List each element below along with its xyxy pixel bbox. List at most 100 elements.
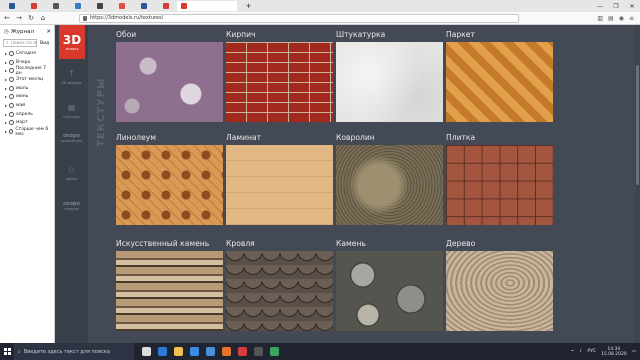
texture-thumbnail[interactable] <box>336 42 443 122</box>
browser-tab[interactable] <box>133 1 154 11</box>
texture-thumbnail[interactable] <box>446 251 553 331</box>
reader-icon[interactable]: ▤ <box>608 15 614 22</box>
texture-category-label[interactable]: Дерево <box>446 239 475 248</box>
texture-category-label[interactable]: Плитка <box>446 133 475 142</box>
browser-tab[interactable] <box>1 1 22 11</box>
nav-label: литература <box>60 139 83 143</box>
forward-icon[interactable]: → <box>15 14 23 22</box>
texture-thumbnail[interactable] <box>116 42 223 122</box>
history-list: ▸ Сегодня ▸ Вчера ▸ Последние 7 дн ▸ Этот месяц… <box>0 49 54 137</box>
texture-category-label[interactable]: Обои <box>116 30 136 39</box>
page-scrollbar[interactable] <box>635 25 640 343</box>
sidebar-close-icon[interactable]: ✕ <box>46 29 51 35</box>
history-search-input[interactable]: ⌕ Поиск по журн <box>3 39 37 47</box>
model-icon: ↑ <box>68 69 75 78</box>
browser-tab[interactable] <box>45 1 66 11</box>
texture-category-label[interactable]: Искусственный камень <box>116 239 209 248</box>
texture-category-label[interactable]: Ламинат <box>226 133 261 142</box>
history-item[interactable]: ▸ апрель <box>0 110 54 119</box>
volume-icon[interactable]: ♪ <box>579 349 582 354</box>
browser-tab[interactable] <box>23 1 44 11</box>
texture-thumbnail[interactable] <box>116 251 223 331</box>
search-icon: ⌕ <box>6 41 9 46</box>
task-view-icon[interactable] <box>142 347 151 356</box>
texture-category-label[interactable]: Камень <box>336 239 366 248</box>
texture-thumbnail[interactable] <box>446 42 553 122</box>
texture-thumbnail[interactable] <box>336 145 443 225</box>
texture-thumbnail[interactable] <box>226 145 333 225</box>
history-item[interactable]: ▸ июнь <box>0 92 54 101</box>
tab-bar: + — ❐ ✕ <box>0 0 640 12</box>
firefox-icon[interactable] <box>222 347 231 356</box>
history-item[interactable]: ▸ Сегодня <box>0 49 54 58</box>
close-button[interactable]: ✕ <box>624 0 640 12</box>
search-placeholder: Поиск по журн <box>10 40 36 46</box>
history-item[interactable]: ▸ май <box>0 101 54 110</box>
texture-thumbnail[interactable] <box>226 42 333 122</box>
expand-icon: ▸ <box>5 111 8 117</box>
clock-icon <box>9 50 15 56</box>
nav-3d-models[interactable]: ↑ 3D модели <box>55 69 88 85</box>
texture-thumbnail[interactable] <box>226 251 333 331</box>
site-logo[interactable]: 3D MODELS <box>59 25 85 59</box>
history-item-label: Последние 7 дн <box>15 65 46 76</box>
clock-date: 15.08.2020 <box>600 351 627 357</box>
explorer-icon[interactable] <box>174 347 183 356</box>
texture-category-label[interactable]: Штукатурка <box>336 30 385 39</box>
browser-tab[interactable] <box>155 1 176 11</box>
opera-icon[interactable] <box>238 347 247 356</box>
browser-tab[interactable] <box>111 1 132 11</box>
menu-icon[interactable]: ≡ <box>629 15 634 22</box>
history-item-label: Этот месяц <box>16 76 43 82</box>
tab-favicon-icon <box>30 3 37 9</box>
store-icon[interactable] <box>190 347 199 356</box>
texture-category-label[interactable]: Паркет <box>446 30 475 39</box>
back-icon[interactable]: ← <box>3 14 11 22</box>
start-button[interactable] <box>0 343 14 360</box>
address-bar[interactable]: https://3dmodels.ru/textures/ <box>79 13 519 23</box>
network-icon[interactable]: ⌔ <box>570 349 574 355</box>
chrome-icon[interactable] <box>270 347 279 356</box>
texture-category-label[interactable]: Кирпич <box>226 30 256 39</box>
view-dropdown[interactable]: Вид <box>40 41 49 46</box>
taskbar-search[interactable]: ⌕ Введите здесь текст для поиска <box>14 343 134 360</box>
maximize-button[interactable]: ❐ <box>608 0 624 12</box>
nav-gallery[interactable]: скоро галерея <box>55 201 88 211</box>
texture-thumbnail[interactable] <box>336 251 443 331</box>
nav-literature[interactable]: скоро литература <box>55 133 88 143</box>
notifications-icon[interactable]: ▭ <box>632 349 636 354</box>
terminal-icon[interactable] <box>254 347 263 356</box>
sidebar-title[interactable]: Журнал <box>11 29 34 35</box>
browser-tab[interactable] <box>89 1 110 11</box>
texture-icon: ▦ <box>67 103 76 112</box>
edge-icon[interactable] <box>158 347 167 356</box>
history-item[interactable]: ▸ Последние 7 дн <box>0 65 54 76</box>
texture-category-label[interactable]: Кровля <box>226 239 255 248</box>
history-item[interactable]: ▸ Старше чем 6 мес <box>0 127 54 137</box>
texture-category-label[interactable]: Ковролин <box>336 133 375 142</box>
nav-lessons[interactable]: ◇ уроки <box>55 165 88 181</box>
nav-textures[interactable]: ▦ текстуры <box>55 103 88 119</box>
browser-tab[interactable] <box>67 1 88 11</box>
texture-thumbnail[interactable] <box>116 145 223 225</box>
active-browser-tab[interactable] <box>177 1 237 11</box>
home-icon[interactable]: ⌂ <box>39 14 47 22</box>
new-tab-button[interactable]: + <box>238 1 259 11</box>
clock[interactable]: 14:30 15.08.2020 <box>601 347 627 357</box>
expand-icon: ▸ <box>5 59 8 65</box>
history-item[interactable]: ▸ Этот месяц <box>0 75 54 84</box>
texture-category-label[interactable]: Линолеум <box>116 133 156 142</box>
texture-thumbnail[interactable] <box>446 145 553 225</box>
language-indicator[interactable]: РУС <box>587 349 596 354</box>
scrollbar-thumb[interactable] <box>636 65 639 185</box>
history-item-label: март <box>16 120 28 126</box>
lock-icon <box>83 15 87 21</box>
minimize-button[interactable]: — <box>592 0 608 12</box>
history-item[interactable]: ▸ июль <box>0 84 54 93</box>
expand-icon: ▸ <box>5 120 8 126</box>
mail-icon[interactable] <box>206 347 215 356</box>
reload-icon[interactable]: ↻ <box>27 14 35 22</box>
logo-text: 3D <box>62 33 82 47</box>
library-icon[interactable]: ▥ <box>597 15 603 22</box>
account-icon[interactable]: ◉ <box>619 15 624 22</box>
